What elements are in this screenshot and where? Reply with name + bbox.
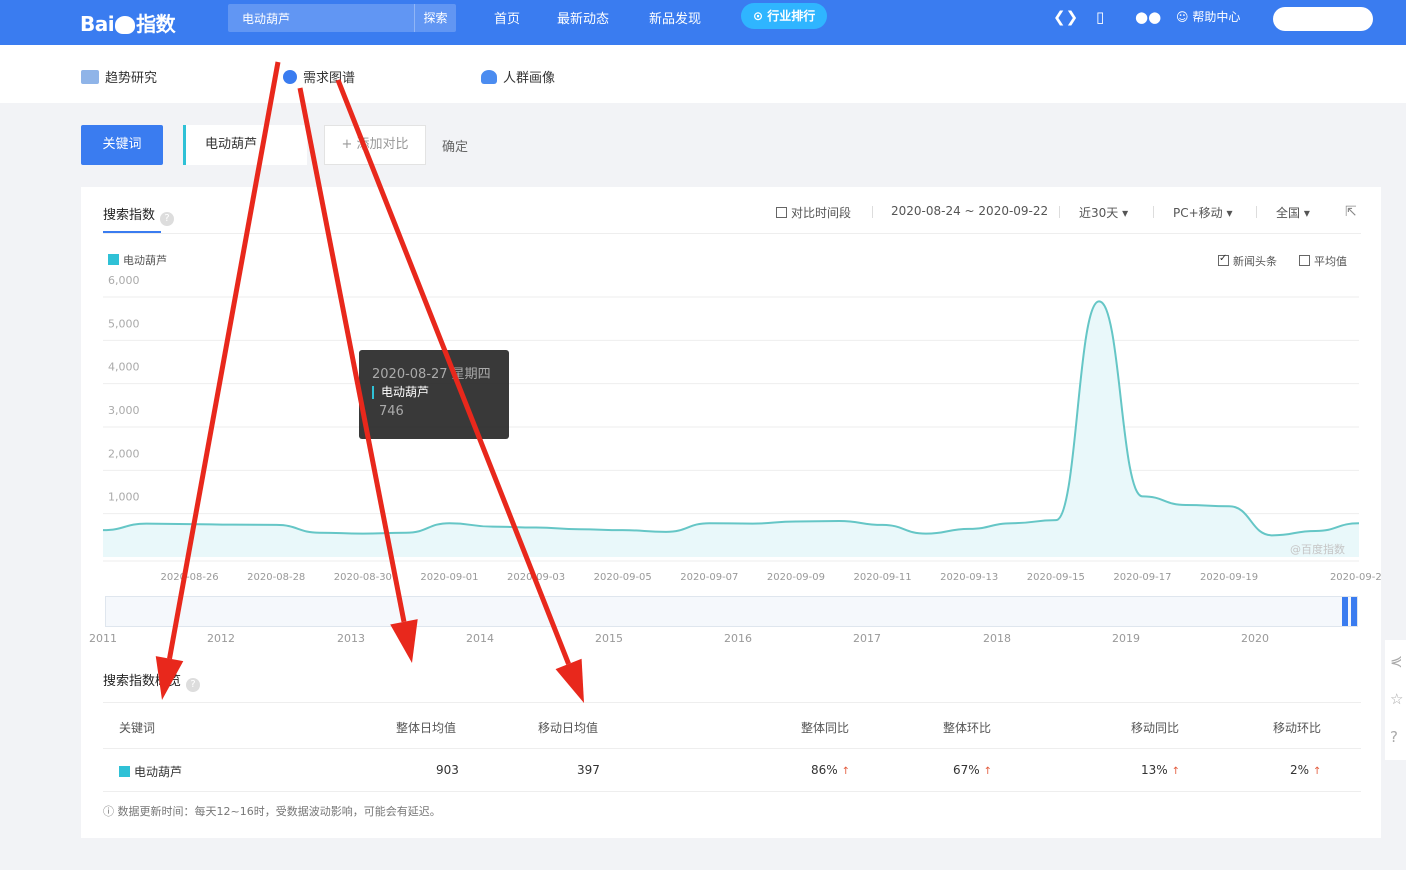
tab-audience-portrait[interactable]: 人群画像 [481,67,555,86]
user-account[interactable] [1273,7,1373,31]
nav-home[interactable]: 首页 [494,8,520,27]
col-mobile-yoy: 移动同比 [1131,721,1180,735]
x-tick-label: 2020-09-11 [854,572,912,583]
update-note: ⓘ 数据更新时间：每天12~16时，受数据波动影响，可能会有延迟。 [103,805,441,818]
x-tick-label: 2020-08-28 [247,572,305,583]
nav-new-products[interactable]: 新品发现 [649,8,701,27]
x-tick-label: 2020-09-15 [1027,572,1085,583]
slider-year: 2015 [595,632,623,645]
mobile-avg-value: 397 [577,763,600,777]
up-arrow-icon: ↑ [983,766,993,777]
tab-trend-research[interactable]: 趋势研究 [81,67,157,86]
question-icon[interactable]: ? [186,678,201,692]
x-tick-label: 2020-09-09 [767,572,825,583]
col-keyword: 关键词 [119,721,156,735]
y-tick-label: 1,000 [108,491,140,504]
slider-year: 2011 [89,632,117,645]
y-tick-label: 4,000 [108,361,140,374]
x-tick-label: 2020-09-01 [420,572,478,583]
top-search-input[interactable] [228,4,414,32]
slider-year: 2016 [724,632,752,645]
chart-tooltip: 2020-08-27 星期四 电动葫芦 746 [359,350,509,439]
y-tick-label: 2,000 [108,447,140,460]
x-tick-label: 2020-09-03 [507,572,565,583]
slider-year: 2020 [1241,632,1269,645]
divider [103,702,1361,703]
add-compare-button[interactable]: + 添加对比 [324,125,426,165]
slider-year: 2017 [853,632,881,645]
tooltip-value: 746 [379,404,404,419]
mobile-icon[interactable]: ▯ [1096,8,1104,26]
search-icon: ⊙ [753,9,764,23]
y-tick-label: 5,000 [108,317,140,330]
help-center-link[interactable]: ☺ 帮助中心 [1176,8,1240,25]
x-tick-label: 2020-08-30 [334,572,392,583]
x-tick-label: 2020-09-22 [1330,572,1381,583]
right-float-bar: ⋞ ☆ ? [1385,640,1406,760]
col-overall-avg: 整体日均值 [396,721,457,735]
search-index-card: 搜索指数? 对比时间段 2020-08-24 ~ 2020-09-22 近30天… [81,187,1381,838]
person-icon [481,70,497,84]
slider-year: 2019 [1112,632,1140,645]
graph-icon [283,70,297,84]
overview-title: 搜索指数概览? [103,670,201,692]
watermark: @百度指数 [1290,543,1345,556]
tab-demand-graph[interactable]: 需求图谱 [283,67,355,86]
x-tick-label: 2020-09-17 [1113,572,1171,583]
x-tick-label: 2020-09-13 [940,572,998,583]
slider-handle[interactable] [1351,597,1357,626]
x-tick-label: 2020-09-07 [680,572,738,583]
mobile-yoy-value: 13% ↑ [1141,763,1181,777]
sub-nav: 趋势研究 需求图谱 人群画像 [0,45,1406,103]
time-slider[interactable] [105,596,1358,627]
tooltip-series: 电动葫芦 [372,386,429,399]
y-tick-label: 6,000 [108,274,140,287]
nav-latest[interactable]: 最新动态 [557,8,609,27]
mobile-mom-value: 2% ↑ [1290,763,1322,777]
keyword-button[interactable]: 关键词 [81,125,163,165]
col-mobile-mom: 移动环比 [1273,721,1322,735]
slider-year: 2012 [207,632,235,645]
x-tick-label: 2020-09-19 [1200,572,1258,583]
question-icon[interactable]: ? [1390,728,1398,746]
wechat-icon[interactable]: ●● [1135,8,1161,26]
overall-mom-value: 67% ↑ [953,763,993,777]
overall-yoy-value: 86% ↑ [811,763,851,777]
keyword-field[interactable]: 电动葫芦 [183,125,307,165]
tooltip-date: 2020-08-27 星期四 [372,367,491,382]
confirm-button[interactable]: 确定 [442,136,468,155]
col-overall-yoy: 整体同比 [801,721,850,735]
divider [103,791,1361,792]
up-arrow-icon: ↑ [841,766,851,777]
code-icon[interactable]: ❮❯ [1053,8,1078,26]
table-row-keyword[interactable]: 电动葫芦 [119,763,182,780]
star-icon[interactable]: ☆ [1390,690,1403,708]
y-tick-label: 3,000 [108,404,140,417]
slider-year: 2013 [337,632,365,645]
paw-logo-icon [115,16,136,34]
help-icon: ☺ [1176,10,1189,24]
up-arrow-icon: ↑ [1313,766,1322,777]
legend-swatch [119,766,130,777]
slider-year: 2018 [983,632,1011,645]
industry-ranking-button[interactable]: ⊙ 行业排行 [741,3,828,29]
search-index-chart[interactable]: 1,000 2,000 3,000 4,000 5,000 6,000 2020-08-26… [81,187,1381,607]
x-tick-label: 2020-08-26 [161,572,219,583]
share-icon[interactable]: ⋞ [1390,652,1403,670]
trend-icon [81,70,99,84]
series-line-电动葫芦 [102,300,1360,537]
top-search: 探索 [228,4,456,32]
series-area [103,301,1359,557]
baidu-index-logo[interactable]: Bai 指数 [80,8,176,37]
slider-handle[interactable] [1342,597,1348,626]
overall-avg-value: 903 [436,763,459,777]
x-tick-label: 2020-09-05 [594,572,652,583]
explore-button[interactable]: 探索 [414,4,456,32]
slider-year: 2014 [466,632,494,645]
col-mobile-avg: 移动日均值 [538,721,599,735]
up-arrow-icon: ↑ [1171,766,1181,777]
divider [103,748,1361,749]
col-overall-mom: 整体环比 [943,721,992,735]
top-bar: Bai指数 探索 首页 最新动态 新品发现 ⊙ 行业排行 ❮❯ ▯ ●● ☺ 帮… [0,0,1406,45]
